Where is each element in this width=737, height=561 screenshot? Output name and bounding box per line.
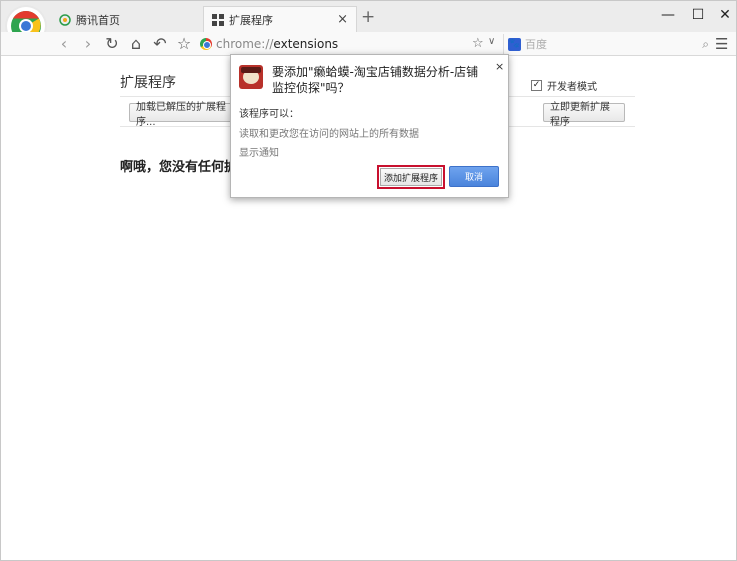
permission-item: 显示通知 (239, 148, 279, 159)
permission-item: 读取和更改您在访问的网站上的所有数据 (239, 129, 419, 140)
tencent-icon (59, 13, 71, 26)
chevron-down-icon[interactable]: ∨ (488, 36, 495, 47)
dialog-close-icon[interactable]: × (495, 60, 504, 73)
add-extension-button[interactable]: 添加扩展程序 (380, 168, 442, 186)
favorite-star-icon[interactable]: ☆ (472, 36, 484, 51)
tab-label: 腾讯首页 (76, 13, 120, 27)
tab-close-icon[interactable]: × (337, 12, 348, 27)
toolbar: ‹ › ↻ ⌂ ↶ ☆ chrome://extensions ☆ ∨ 🐾 百度… (1, 32, 736, 56)
new-tab-button[interactable]: + (361, 9, 375, 26)
maximize-button[interactable]: ☐ (690, 7, 706, 23)
address-url: chrome://extensions (216, 37, 339, 51)
search-placeholder: 百度 (525, 38, 547, 51)
add-button-highlight: 添加扩展程序 (377, 165, 445, 189)
menu-icon[interactable]: ☰ (715, 35, 728, 53)
tab-extensions[interactable]: 扩展程序 × (203, 6, 357, 33)
tab-tencent-home[interactable]: 腾讯首页 (51, 6, 199, 33)
chrome-page-icon (200, 38, 212, 50)
load-unpacked-button[interactable]: 加载已解压的扩展程序... (129, 102, 233, 128)
search-input[interactable]: 🐾 百度 ⌕ (503, 34, 711, 54)
developer-mode-checkbox[interactable]: ✓ (531, 80, 542, 91)
search-icon[interactable]: ⌕ (702, 37, 709, 52)
tab-strip: 腾讯首页 扩展程序 × + — ☐ ✕ (1, 1, 736, 33)
extension-app-icon (239, 65, 263, 89)
tab-label: 扩展程序 (229, 14, 273, 27)
forward-icon[interactable]: › (79, 35, 97, 53)
dialog-subtitle: 该程序可以： (239, 109, 299, 120)
dialog-title: 要添加"癞蛤蟆-淘宝店铺数据分析-店铺监控侦探"吗？ (272, 65, 479, 95)
back-icon[interactable]: ‹ (55, 35, 73, 53)
developer-mode-label: 开发者模式 (547, 82, 597, 93)
baidu-icon: 🐾 (508, 37, 521, 51)
developer-mode-toggle[interactable]: ✓ 开发者模式 (531, 78, 597, 93)
reload-icon[interactable]: ↻ (103, 35, 121, 53)
update-extensions-button[interactable]: 立即更新扩展程序 (543, 102, 625, 128)
bookmark-star-icon[interactable]: ☆ (175, 35, 193, 53)
page-title: 扩展程序 (120, 75, 176, 91)
browser-window: 腾讯首页 扩展程序 × + — ☐ ✕ ‹ › ↻ ⌂ ↶ ☆ chrome:/… (0, 0, 737, 561)
cancel-button[interactable]: 取消 (449, 166, 499, 187)
close-window-button[interactable]: ✕ (717, 7, 733, 23)
undo-icon[interactable]: ↶ (151, 35, 169, 53)
add-extension-dialog: 要添加"癞蛤蟆-淘宝店铺数据分析-店铺监控侦探"吗？ × 该程序可以： 读取和更… (230, 54, 509, 198)
minimize-button[interactable]: — (660, 7, 676, 23)
home-icon[interactable]: ⌂ (127, 35, 145, 53)
extensions-grid-icon (212, 14, 224, 26)
address-bar[interactable]: chrome://extensions (200, 34, 500, 54)
